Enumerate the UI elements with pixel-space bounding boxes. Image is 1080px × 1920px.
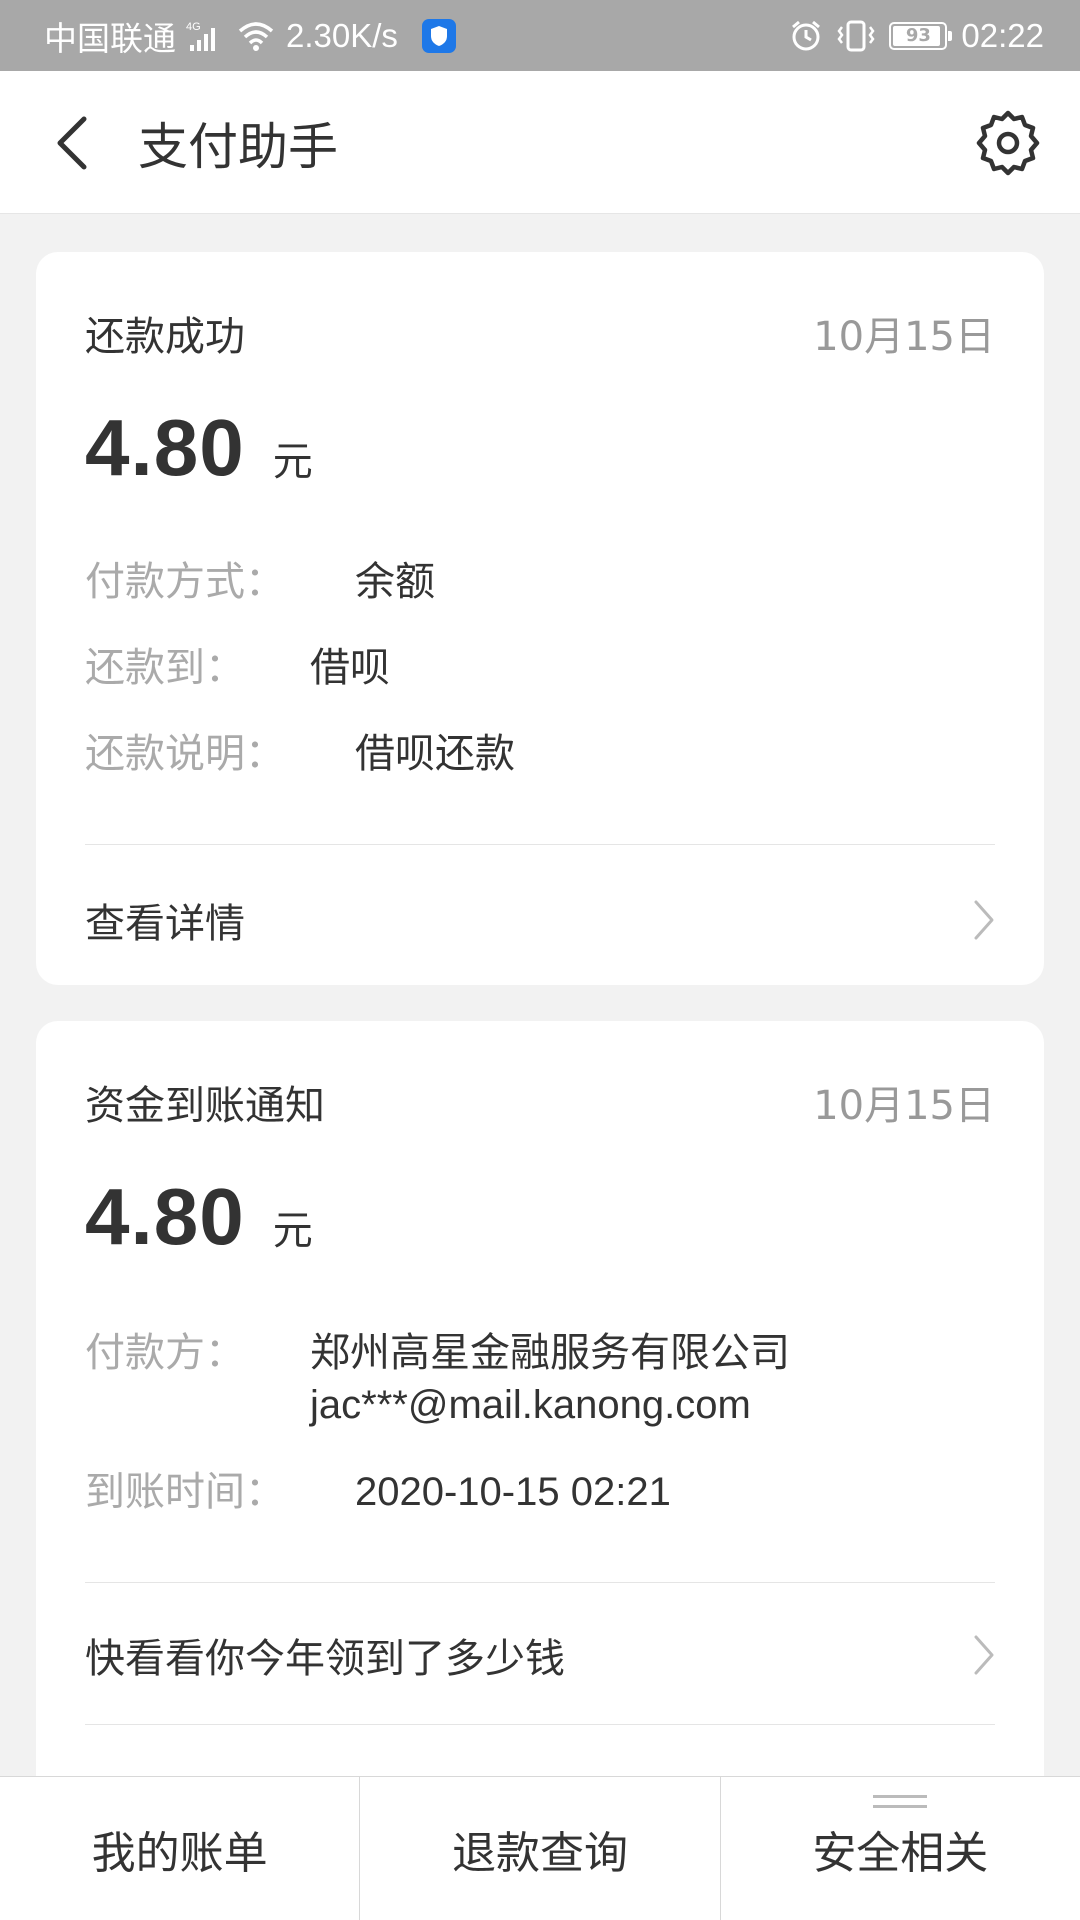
chevron-right-icon	[974, 1635, 994, 1675]
shield-icon	[421, 18, 456, 53]
payer-email: jac***@mail.kanong.com	[310, 1383, 751, 1427]
repayment-success-card: 还款成功 10月15日 4.80 元 付款方式： 余额 还款到： 借呗 还款说明…	[36, 252, 1044, 985]
clock: 02:22	[961, 16, 1044, 54]
divider	[85, 1724, 995, 1725]
field-value: 借呗还款	[355, 731, 515, 777]
annual-income-link[interactable]: 快看看你今年领到了多少钱	[85, 1607, 995, 1703]
tab-refund-query[interactable]: 退款查询	[359, 1777, 719, 1920]
svg-text:4G: 4G	[186, 21, 201, 33]
amount-value: 4.80	[85, 403, 245, 492]
link-label: 快看看你今年领到了多少钱	[85, 1636, 565, 1682]
wifi-icon	[236, 19, 276, 53]
title-bar: 支付助手	[0, 71, 1080, 214]
field-label: 还款说明：	[85, 731, 285, 777]
amount-value: 4.80	[85, 1172, 245, 1261]
vibrate-icon	[837, 19, 875, 53]
status-bar: 中国联通 4G 2.30K/s 93 02:22	[0, 0, 1080, 71]
battery-level: 93	[905, 25, 931, 46]
bottom-tab-bar: 我的账单 退款查询 安全相关	[0, 1776, 1080, 1920]
status-left: 中国联通 4G 2.30K/s	[44, 0, 456, 71]
settings-button[interactable]	[972, 107, 1044, 179]
field-label: 付款方式：	[85, 559, 285, 605]
back-button[interactable]	[40, 107, 104, 179]
menu-lines-icon	[873, 1795, 928, 1809]
tab-my-bills[interactable]: 我的账单	[0, 1777, 359, 1920]
alarm-icon	[789, 19, 823, 53]
gear-icon	[976, 110, 1040, 176]
battery-icon: 93	[889, 21, 953, 50]
chevron-right-icon	[974, 900, 994, 940]
amount-unit: 元	[272, 439, 313, 485]
tab-security[interactable]: 安全相关	[719, 1777, 1080, 1920]
field-value: 2020-10-15 02:21	[355, 1470, 671, 1514]
card-date: 10月15日	[813, 1083, 995, 1129]
divider	[85, 844, 995, 845]
back-arrow-icon	[57, 116, 87, 170]
status-right: 93 02:22	[789, 0, 1044, 71]
card-date: 10月15日	[813, 314, 995, 360]
signal-icon: 4G	[186, 19, 226, 53]
field-label: 还款到：	[85, 645, 245, 691]
page-title: 支付助手	[138, 117, 338, 176]
field-value: 余额	[355, 559, 435, 605]
tab-label: 安全相关	[812, 1827, 989, 1879]
amount-unit: 元	[272, 1208, 313, 1254]
field-value: 借呗	[310, 645, 390, 691]
card-title: 还款成功	[85, 314, 245, 360]
divider	[85, 1582, 995, 1583]
tab-label: 退款查询	[451, 1827, 628, 1879]
amount-row: 4.80 元	[85, 1171, 313, 1263]
field-label: 到账时间：	[85, 1469, 285, 1515]
link-label: 查看详情	[85, 901, 245, 947]
funds-arrival-card: 资金到账通知 10月15日 4.80 元 付款方： 郑州高星金融服务有限公司 j…	[36, 1021, 1044, 1841]
field-value: 郑州高星金融服务有限公司	[310, 1330, 790, 1376]
tab-label: 我的账单	[91, 1827, 268, 1879]
field-label: 付款方：	[85, 1330, 245, 1376]
card-title: 资金到账通知	[85, 1083, 325, 1129]
carrier-name: 中国联通	[44, 19, 176, 57]
amount-row: 4.80 元	[85, 402, 313, 494]
network-speed: 2.30K/s	[286, 16, 398, 54]
view-details-link[interactable]: 查看详情	[85, 872, 995, 968]
